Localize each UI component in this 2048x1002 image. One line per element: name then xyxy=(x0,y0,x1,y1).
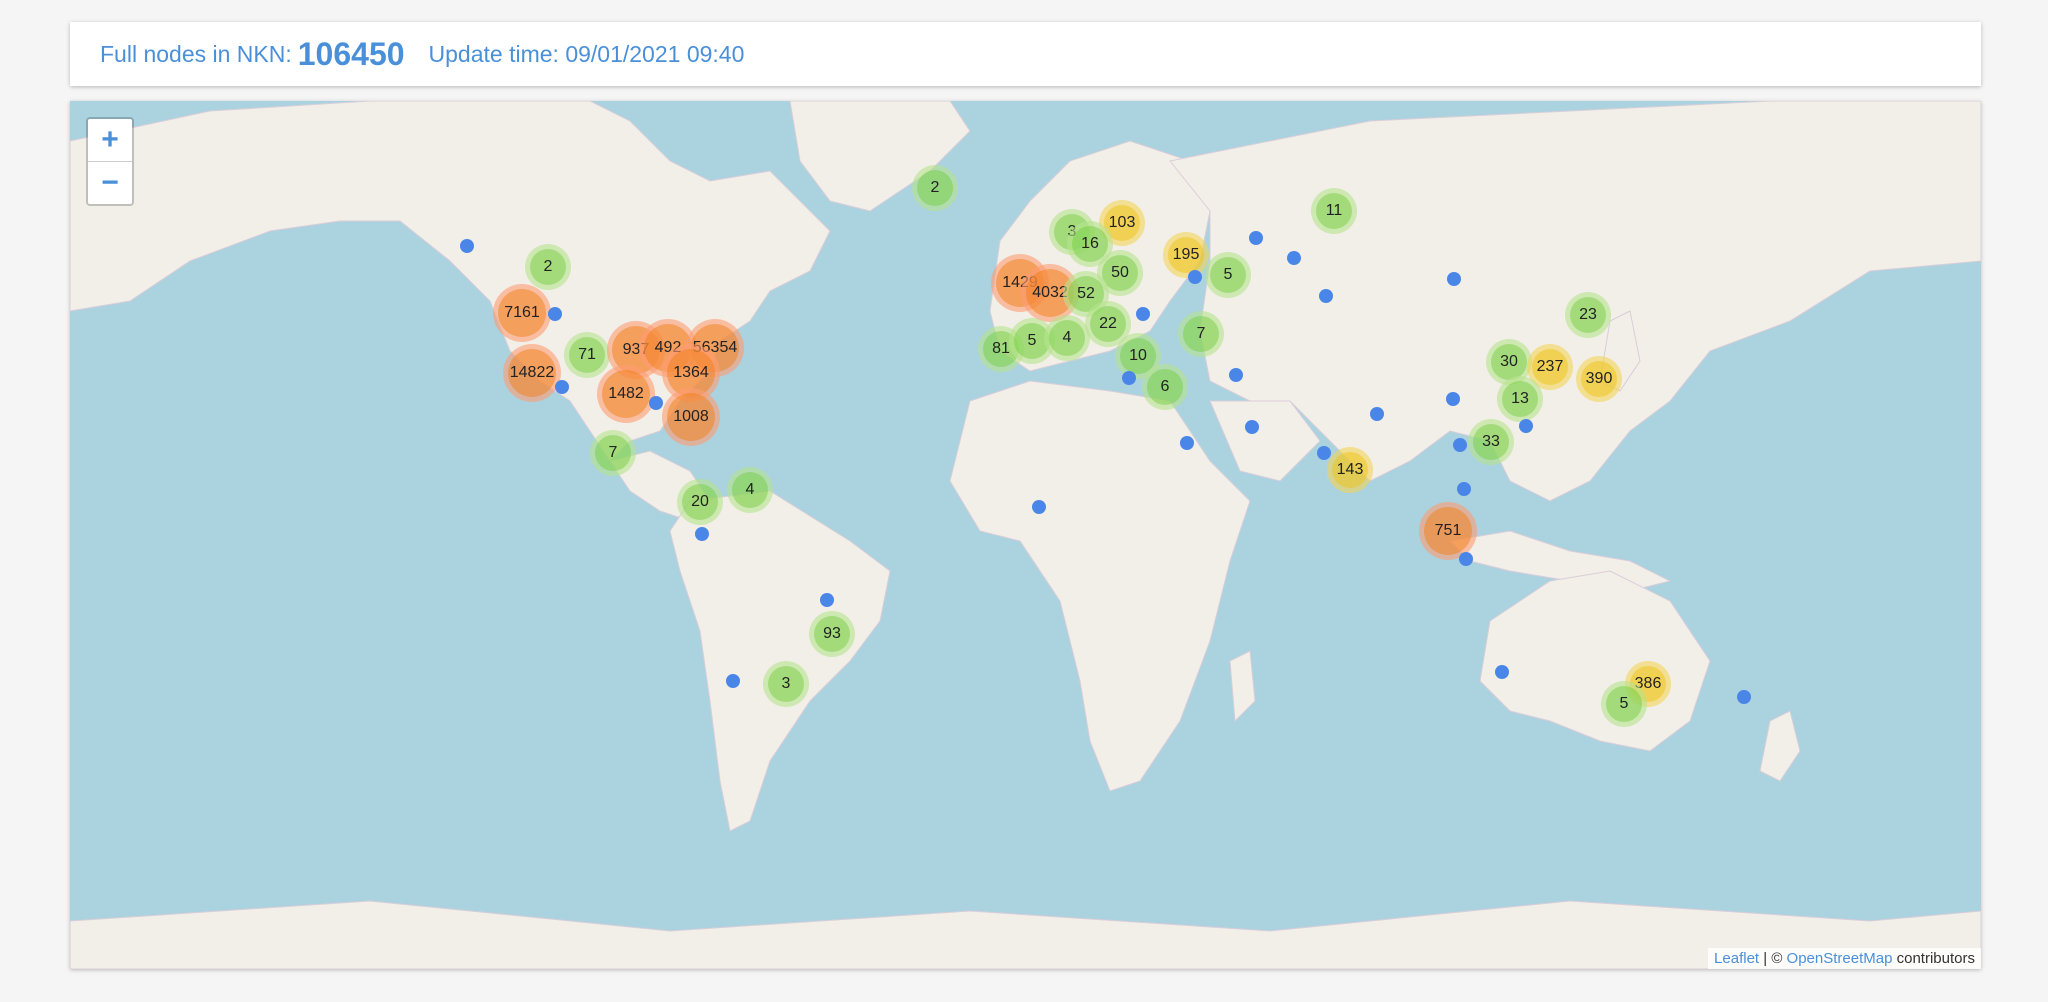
node-marker[interactable] xyxy=(1319,289,1333,303)
cluster-count: 237 xyxy=(1532,349,1568,385)
cluster-count: 7 xyxy=(595,435,631,471)
node-marker[interactable] xyxy=(1459,552,1473,566)
node-cluster[interactable]: 2 xyxy=(912,165,958,211)
cluster-count: 20 xyxy=(682,484,718,520)
cluster-count: 4 xyxy=(732,472,768,508)
node-cluster[interactable]: 751 xyxy=(1419,502,1477,560)
cluster-count: 390 xyxy=(1581,361,1617,397)
node-marker[interactable] xyxy=(1457,482,1471,496)
node-marker[interactable] xyxy=(1519,419,1533,433)
cluster-count: 6 xyxy=(1147,369,1183,405)
node-marker[interactable] xyxy=(1180,436,1194,450)
cluster-count: 751 xyxy=(1424,507,1472,555)
node-marker[interactable] xyxy=(1317,446,1331,460)
cluster-count: 2 xyxy=(917,170,953,206)
node-cluster[interactable]: 1482 xyxy=(597,365,655,423)
attribution-separator: | © xyxy=(1759,950,1787,967)
attribution-suffix: contributors xyxy=(1892,950,1975,967)
node-cluster[interactable]: 1008 xyxy=(662,388,720,446)
leaflet-link[interactable]: Leaflet xyxy=(1714,950,1759,967)
cluster-count: 143 xyxy=(1332,452,1368,488)
nodes-count: 106450 xyxy=(297,35,405,72)
node-marker[interactable] xyxy=(548,307,562,321)
node-cluster[interactable]: 5 xyxy=(1601,681,1647,727)
node-marker[interactable] xyxy=(1287,251,1301,265)
zoom-out-button[interactable]: − xyxy=(88,162,132,204)
node-marker[interactable] xyxy=(1249,231,1263,245)
cluster-count: 7161 xyxy=(498,289,546,337)
node-marker[interactable] xyxy=(1737,690,1751,704)
node-marker[interactable] xyxy=(726,674,740,688)
node-cluster[interactable]: 7161 xyxy=(493,284,551,342)
node-cluster[interactable]: 7 xyxy=(590,430,636,476)
node-marker[interactable] xyxy=(1245,420,1259,434)
cluster-count: 30 xyxy=(1491,344,1527,380)
node-cluster[interactable]: 23 xyxy=(1565,292,1611,338)
update-time: Update time: 09/01/2021 09:40 xyxy=(428,40,745,67)
node-cluster[interactable]: 14822 xyxy=(503,344,561,402)
node-marker[interactable] xyxy=(1370,407,1384,421)
node-marker[interactable] xyxy=(1447,272,1461,286)
node-cluster[interactable]: 93 xyxy=(809,611,855,657)
node-marker[interactable] xyxy=(1495,665,1509,679)
header-bar: Full nodes in NKN: 106450 Update time: 0… xyxy=(70,22,1981,86)
cluster-count: 11 xyxy=(1316,193,1352,229)
node-marker[interactable] xyxy=(1453,438,1467,452)
cluster-count: 195 xyxy=(1168,237,1204,273)
node-marker[interactable] xyxy=(649,396,663,410)
node-cluster[interactable]: 5 xyxy=(1205,252,1251,298)
map-attribution: Leaflet | © OpenStreetMap contributors xyxy=(1708,948,1981,969)
cluster-count: 1482 xyxy=(602,370,650,418)
cluster-count: 23 xyxy=(1570,297,1606,333)
zoom-in-button[interactable]: + xyxy=(88,119,132,162)
node-marker[interactable] xyxy=(695,527,709,541)
node-cluster[interactable]: 20 xyxy=(677,479,723,525)
node-marker[interactable] xyxy=(1188,270,1202,284)
node-cluster[interactable]: 6 xyxy=(1142,364,1188,410)
cluster-count: 2 xyxy=(530,249,566,285)
cluster-count: 14822 xyxy=(508,349,556,397)
node-marker[interactable] xyxy=(1032,500,1046,514)
node-marker[interactable] xyxy=(460,239,474,253)
node-cluster[interactable]: 4 xyxy=(1044,315,1090,361)
node-cluster[interactable]: 3 xyxy=(763,661,809,707)
node-cluster[interactable]: 195 xyxy=(1163,232,1209,278)
cluster-count: 3 xyxy=(768,666,804,702)
cluster-count: 7 xyxy=(1183,316,1219,352)
node-cluster[interactable]: 13 xyxy=(1497,376,1543,422)
node-cluster[interactable]: 33 xyxy=(1468,419,1514,465)
node-cluster[interactable]: 11 xyxy=(1311,188,1357,234)
cluster-count: 5 xyxy=(1210,257,1246,293)
node-cluster[interactable]: 4 xyxy=(727,467,773,513)
cluster-count: 1008 xyxy=(667,393,715,441)
map-tiles xyxy=(70,101,1981,969)
cluster-count: 13 xyxy=(1502,381,1538,417)
node-marker[interactable] xyxy=(1122,371,1136,385)
node-cluster[interactable]: 2 xyxy=(525,244,571,290)
node-cluster[interactable]: 143 xyxy=(1327,447,1373,493)
osm-link[interactable]: OpenStreetMap xyxy=(1787,950,1893,967)
cluster-count: 33 xyxy=(1473,424,1509,460)
cluster-count: 71 xyxy=(569,337,605,373)
node-marker[interactable] xyxy=(820,593,834,607)
node-marker[interactable] xyxy=(555,380,569,394)
zoom-control: + − xyxy=(86,117,134,206)
cluster-count: 4 xyxy=(1049,320,1085,356)
nodes-label: Full nodes in NKN: xyxy=(100,40,292,67)
node-cluster[interactable]: 71 xyxy=(564,332,610,378)
node-marker[interactable] xyxy=(1229,368,1243,382)
node-marker[interactable] xyxy=(1446,392,1460,406)
world-map[interactable]: 2 2 7161 14822 71 937 492 56354 1364 1482 1008 7 20 4… xyxy=(70,101,1981,969)
node-marker[interactable] xyxy=(1136,307,1150,321)
cluster-count: 93 xyxy=(814,616,850,652)
node-cluster[interactable]: 390 xyxy=(1576,356,1622,402)
cluster-count: 5 xyxy=(1606,686,1642,722)
node-cluster[interactable]: 7 xyxy=(1178,311,1224,357)
cluster-count: 22 xyxy=(1090,306,1126,342)
